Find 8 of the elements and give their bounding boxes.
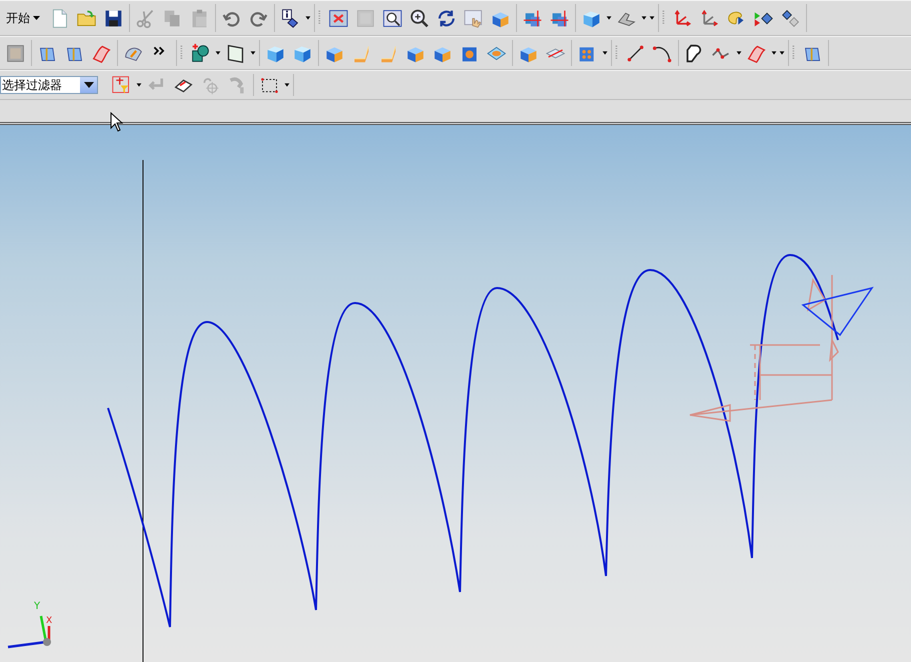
caret-icon — [33, 16, 40, 20]
selection-filter-dropdown[interactable]: 选择过滤器 — [0, 76, 98, 94]
caret-icon[interactable] — [80, 77, 97, 93]
start-menu[interactable]: 开始 — [0, 5, 44, 31]
cursor-icon — [110, 112, 123, 132]
triad-drawing — [8, 616, 51, 648]
x-axis-label: X — [46, 616, 52, 626]
y-axis-label: Y — [34, 601, 40, 612]
